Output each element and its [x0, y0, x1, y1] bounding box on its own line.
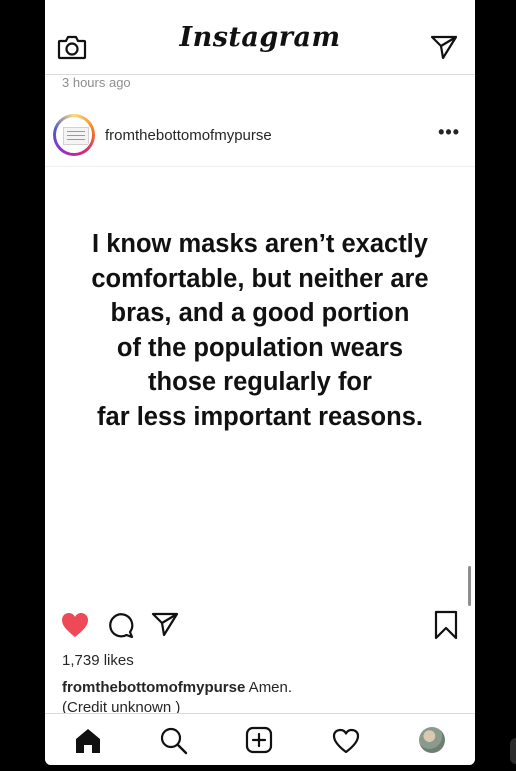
profile-avatar[interactable] — [419, 727, 445, 753]
more-options-icon[interactable]: ••• — [438, 122, 460, 143]
avatar-image — [56, 117, 92, 153]
comment-icon[interactable] — [106, 611, 134, 639]
image-text-line: I know masks aren’t exactly — [92, 230, 428, 258]
post-header: fromthebottomofmypurse ••• — [45, 104, 475, 167]
post-timestamp: 3 hours ago — [62, 75, 131, 90]
caption-username[interactable]: fromthebottomofmypurse — [62, 679, 245, 696]
image-text-line: far less important reasons. — [97, 402, 423, 431]
share-icon[interactable] — [151, 611, 179, 637]
like-count[interactable]: 1,739 likes — [62, 652, 134, 669]
search-icon[interactable] — [159, 726, 189, 756]
author-username[interactable]: fromthebottomofmypurse — [105, 127, 272, 144]
top-bar: Instagram — [45, 0, 475, 75]
home-icon[interactable] — [74, 727, 102, 755]
new-post-icon[interactable] — [245, 726, 273, 754]
post-image-text: I know masks aren’t exactly comfortable,… — [55, 227, 465, 434]
bottom-nav — [45, 713, 475, 765]
bookmark-icon[interactable] — [434, 610, 458, 640]
heart-icon[interactable] — [60, 611, 90, 639]
image-text-line: bras, and a good portion — [110, 299, 410, 327]
avatar-graphic — [63, 127, 89, 145]
instagram-app: Instagram 3 hours ago fromthebottomofmyp… — [45, 0, 475, 765]
image-text-line: comfortable, but neither are — [91, 264, 429, 293]
instagram-logo: Instagram — [179, 22, 341, 53]
author-avatar[interactable] — [53, 114, 95, 156]
image-text-line: those regularly for — [148, 368, 372, 396]
post-caption: fromthebottomofmypurse Amen. — [62, 678, 292, 698]
post-image[interactable]: I know masks aren’t exactly comfortable,… — [45, 167, 475, 597]
image-text-line: of the population wears — [116, 333, 404, 362]
direct-message-icon[interactable] — [430, 34, 458, 60]
activity-icon[interactable] — [331, 727, 361, 755]
caption-text: Amen. — [245, 679, 293, 696]
side-button — [510, 738, 516, 764]
post-actions — [45, 605, 475, 645]
scrollbar[interactable] — [468, 566, 471, 606]
